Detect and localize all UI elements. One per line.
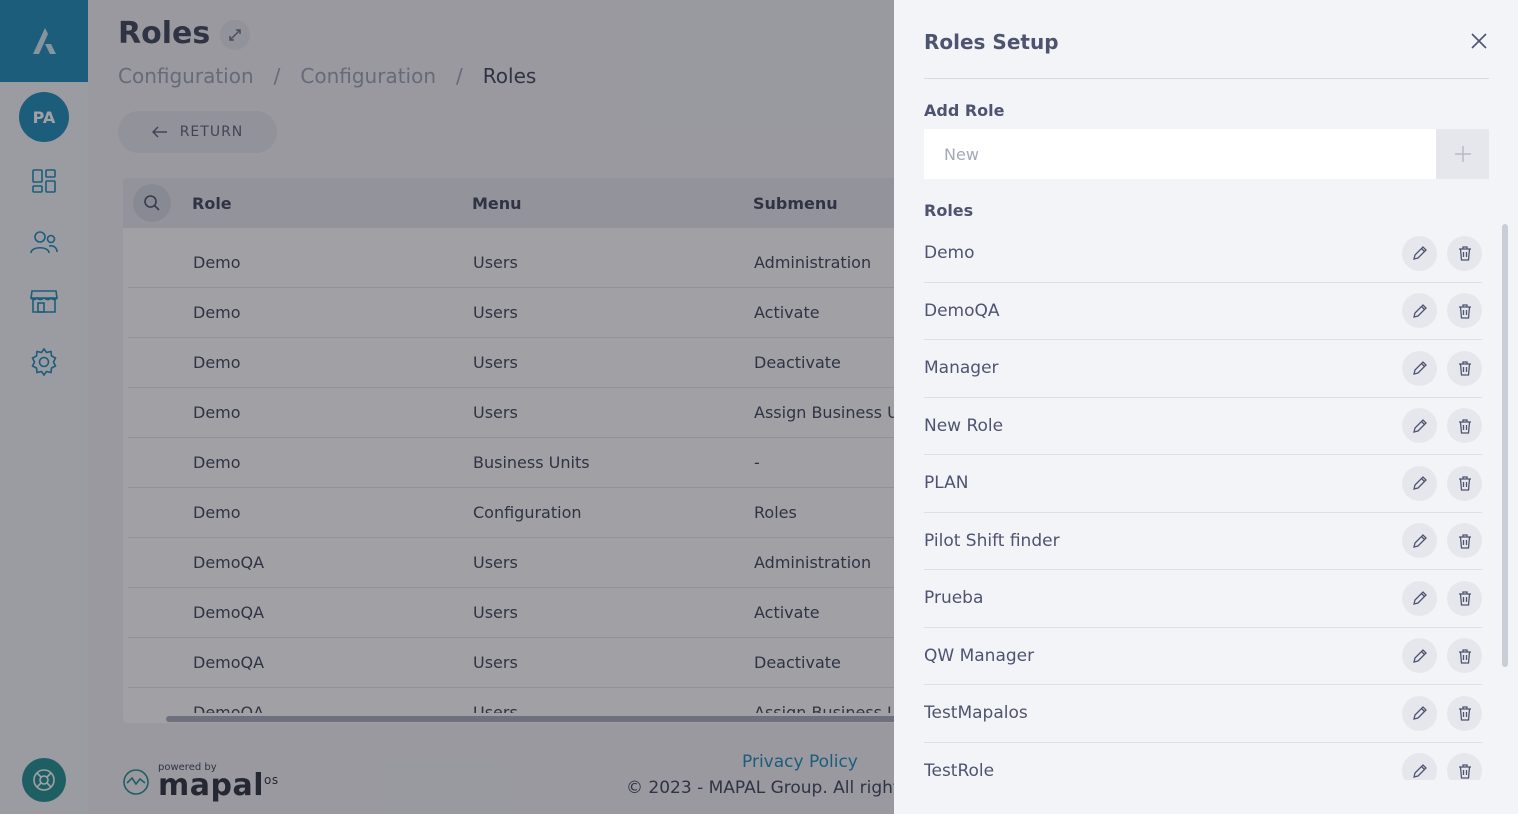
edit-role-button[interactable] [1402, 695, 1437, 731]
pencil-icon [1412, 591, 1427, 606]
pencil-icon [1412, 648, 1427, 663]
edit-role-button[interactable] [1402, 753, 1437, 780]
trash-icon [1458, 649, 1471, 664]
delete-role-button[interactable] [1447, 695, 1482, 731]
trash-icon [1458, 304, 1471, 319]
edit-role-button[interactable] [1402, 408, 1437, 444]
roles-setup-drawer: Roles Setup Add Role Roles Demo DemoQA [894, 0, 1518, 814]
role-name: Demo [924, 243, 975, 264]
vertical-scrollbar[interactable] [1502, 224, 1508, 667]
new-role-input[interactable] [924, 129, 1436, 179]
close-icon [1471, 33, 1487, 49]
delete-role-button[interactable] [1447, 638, 1482, 674]
close-button[interactable] [1466, 28, 1492, 54]
delete-role-button[interactable] [1447, 293, 1482, 329]
edit-role-button[interactable] [1402, 293, 1437, 329]
role-item: Manager [924, 340, 1482, 398]
delete-role-button[interactable] [1447, 350, 1482, 386]
trash-icon [1458, 419, 1471, 434]
trash-icon [1458, 361, 1471, 376]
role-name: PLAN [924, 473, 969, 494]
pencil-icon [1412, 533, 1427, 548]
trash-icon [1458, 476, 1471, 491]
pencil-icon [1412, 476, 1427, 491]
role-item: Prueba [924, 570, 1482, 628]
pencil-icon [1412, 763, 1427, 778]
delete-role-button[interactable] [1447, 580, 1482, 616]
divider [924, 78, 1489, 79]
trash-icon [1458, 764, 1471, 779]
edit-role-button[interactable] [1402, 523, 1437, 559]
role-name: New Role [924, 415, 1004, 436]
pencil-icon [1412, 361, 1427, 376]
delete-role-button[interactable] [1447, 408, 1482, 444]
pencil-icon [1412, 246, 1427, 261]
trash-icon [1458, 534, 1471, 549]
delete-role-button[interactable] [1447, 465, 1482, 501]
role-item: Demo [924, 225, 1482, 283]
role-item: QW Manager [924, 628, 1482, 685]
delete-role-button[interactable] [1447, 235, 1482, 271]
trash-icon [1458, 706, 1471, 721]
edit-role-button[interactable] [1402, 465, 1437, 501]
delete-role-button[interactable] [1447, 523, 1482, 559]
plus-icon [1454, 146, 1471, 162]
role-name: QW Manager [924, 645, 1035, 666]
trash-icon [1458, 246, 1471, 261]
role-name: TestMapalos [924, 703, 1028, 724]
edit-role-button[interactable] [1402, 350, 1437, 386]
role-item: Pilot Shift finder [924, 513, 1482, 570]
edit-role-button[interactable] [1402, 638, 1437, 674]
role-item: DemoQA [924, 283, 1482, 340]
role-name: DemoQA [924, 300, 1000, 321]
role-item: TestMapalos [924, 685, 1482, 743]
role-name: Pilot Shift finder [924, 530, 1060, 551]
pencil-icon [1412, 303, 1427, 318]
role-item: PLAN [924, 455, 1482, 513]
role-name: Prueba [924, 588, 984, 609]
pencil-icon [1412, 418, 1427, 433]
edit-role-button[interactable] [1402, 235, 1437, 271]
role-item: New Role [924, 398, 1482, 455]
pencil-icon [1412, 706, 1427, 721]
edit-role-button[interactable] [1402, 580, 1437, 616]
role-name: TestRole [924, 760, 995, 780]
delete-role-button[interactable] [1447, 753, 1482, 780]
role-name: Manager [924, 358, 999, 379]
drawer-title: Roles Setup [924, 30, 1059, 54]
roles-label: Roles [924, 201, 974, 220]
trash-icon [1458, 591, 1471, 606]
role-item: TestRole [924, 743, 1482, 780]
roles-list: Demo DemoQA Manager New Role PLAN Pilot … [924, 225, 1482, 780]
add-role-label: Add Role [924, 101, 1005, 120]
add-role-button[interactable] [1436, 129, 1489, 179]
